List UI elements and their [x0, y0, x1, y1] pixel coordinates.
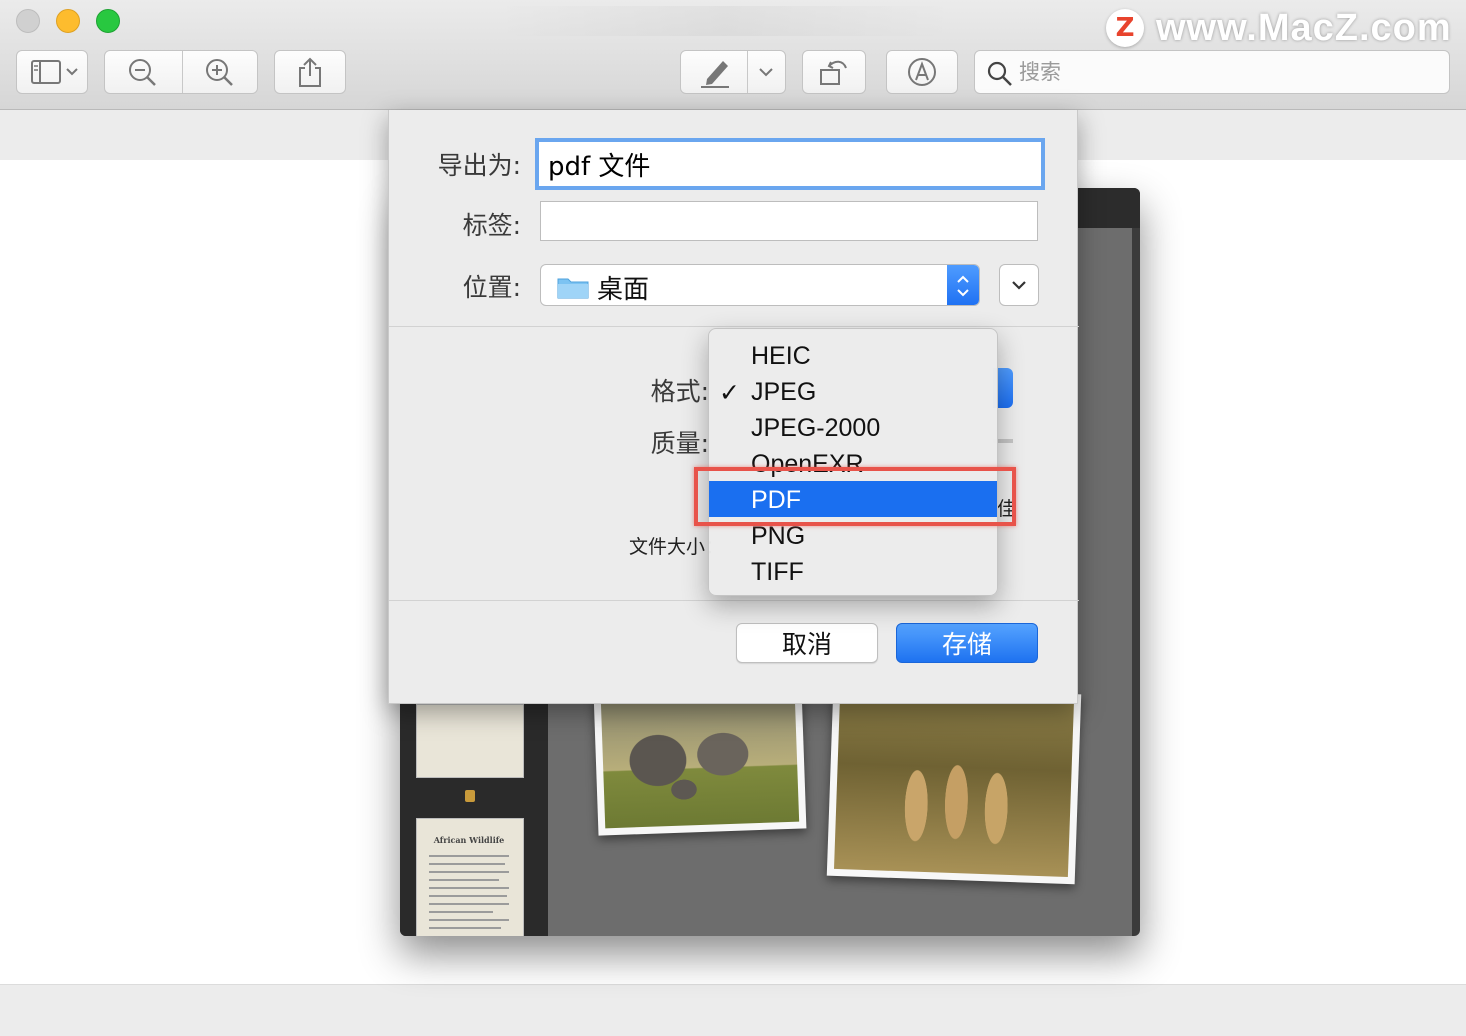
annotate-button[interactable] — [886, 50, 958, 94]
window-toolbar: Z www.MacZ.com — [0, 0, 1466, 110]
zoom-in-icon[interactable] — [204, 58, 236, 88]
save-button[interactable]: 存储 — [896, 623, 1038, 663]
menu-item-label: JPEG — [751, 378, 817, 406]
menu-item-pdf[interactable]: PDF — [709, 481, 997, 517]
chevron-down-icon[interactable] — [757, 65, 775, 79]
share-icon — [299, 57, 321, 87]
meerkat-photo — [826, 685, 1082, 885]
thumbnail-text-line — [429, 919, 509, 921]
thumbnail-page-1 — [416, 704, 524, 778]
folder-icon — [557, 278, 589, 299]
up-down-chevron-icon — [957, 275, 969, 297]
window-title-area — [495, 6, 955, 36]
tags-input[interactable] — [540, 201, 1038, 241]
close-window-button[interactable] — [16, 9, 40, 33]
watermark: Z www.MacZ.com — [1106, 6, 1452, 49]
menu-item-label: TIFF — [751, 558, 804, 586]
menu-item-heic[interactable]: HEIC — [709, 337, 997, 373]
format-dropdown-menu: HEIC ✓ JPEG JPEG-2000 OpenEXR PDF PNG TI… — [708, 328, 998, 596]
location-stepper[interactable] — [947, 265, 979, 305]
export-as-input[interactable] — [539, 142, 1041, 186]
markup-segment — [680, 50, 786, 94]
tags-label: 标签: — [462, 211, 521, 240]
thumbnail-page-badge — [465, 790, 475, 802]
segment-divider — [182, 51, 183, 93]
chevron-down-icon — [1012, 281, 1026, 290]
menu-item-label: PNG — [751, 522, 806, 550]
rotate-icon — [820, 60, 847, 85]
menu-item-jpeg-2000[interactable]: JPEG-2000 — [709, 409, 997, 445]
thumbnail-text-line — [429, 927, 501, 929]
section-divider — [389, 326, 1079, 327]
quality-label: 质量: — [650, 429, 709, 458]
thumbnail-text-line — [429, 863, 505, 865]
menu-item-label: JPEG-2000 — [751, 414, 881, 442]
zoom-segment — [104, 50, 258, 94]
menu-item-png[interactable]: PNG — [709, 517, 997, 553]
location-popup[interactable]: 桌面 — [540, 264, 980, 306]
cancel-button[interactable]: 取消 — [736, 623, 878, 663]
menu-item-label: OpenEXR — [751, 450, 864, 478]
zoom-window-button[interactable] — [96, 9, 120, 33]
thumbnail-text-line — [429, 887, 509, 889]
annotate-icon — [908, 58, 936, 86]
segment-divider — [747, 51, 748, 93]
menu-item-jpeg[interactable]: ✓ JPEG — [709, 373, 997, 409]
search-field[interactable] — [974, 50, 1450, 94]
watermark-logo: Z — [1106, 9, 1144, 47]
thumbnail-text-line — [429, 895, 507, 897]
markup-pen-icon[interactable] — [697, 57, 733, 89]
search-input[interactable] — [1019, 56, 1439, 88]
menu-item-openexr[interactable]: OpenEXR — [709, 445, 997, 481]
thumbnail-text-line — [429, 911, 493, 913]
location-value: 桌面 — [597, 275, 650, 305]
menu-item-tiff[interactable]: TIFF — [709, 553, 997, 589]
menu-item-label: HEIC — [751, 342, 811, 370]
format-label: 格式: — [650, 377, 709, 406]
thumbnail-page-2: African Wildlife — [416, 818, 524, 936]
sidebar-icon — [31, 60, 78, 84]
rotate-button[interactable] — [802, 50, 866, 94]
sidebar-view-button[interactable] — [16, 50, 88, 94]
minimize-window-button[interactable] — [56, 9, 80, 33]
bottom-bar — [0, 984, 1466, 1036]
search-icon — [987, 61, 1012, 86]
thumbnail-text-line — [429, 903, 509, 905]
quality-best-label: 佳 — [997, 498, 1017, 520]
section-divider — [389, 600, 1079, 601]
checkmark-icon: ✓ — [719, 378, 740, 407]
share-button[interactable] — [274, 50, 346, 94]
thumbnail-title: African Wildlife — [433, 835, 505, 845]
thumbnail-text-line — [429, 855, 509, 857]
thumbnail-text-line — [429, 879, 499, 881]
zoom-out-icon[interactable] — [127, 58, 159, 88]
expand-browser-button[interactable] — [999, 264, 1039, 306]
location-label: 位置: — [462, 273, 521, 302]
export-as-label: 导出为: — [437, 151, 521, 180]
elephant-photo — [593, 686, 807, 836]
watermark-text: www.MacZ.com — [1156, 6, 1452, 49]
menu-item-label: PDF — [751, 486, 801, 514]
thumbnail-text-line — [429, 871, 509, 873]
